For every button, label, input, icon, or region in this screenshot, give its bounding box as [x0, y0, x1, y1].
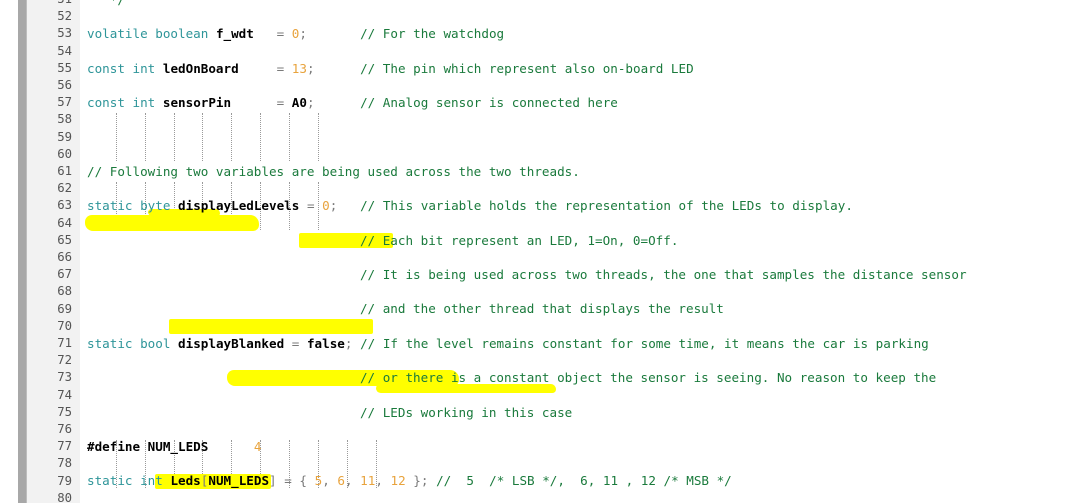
line-number: 52 — [57, 9, 72, 24]
line-number: 61 — [57, 164, 72, 178]
line-number: 63 — [57, 198, 72, 213]
line-number: 75 — [57, 404, 72, 419]
line-number: 69 — [57, 301, 72, 316]
text-highlight — [169, 318, 373, 334]
line-number: 55 — [57, 60, 72, 75]
code-line[interactable]: static int Leds[NUM_LEDS] = { 5, 6, 11, … — [87, 472, 1065, 489]
code-line[interactable]: static bool displayBlanked = false; // I… — [87, 335, 1065, 352]
line-number: 53 — [57, 26, 72, 41]
line-number: 68 — [57, 284, 72, 299]
line-number: 66 — [57, 250, 72, 264]
code-line[interactable]: static byte displayLedLevels = 0; // Thi… — [87, 197, 1065, 214]
code-line[interactable]: volatile boolean f_wdt = 0; // For the w… — [87, 25, 1065, 42]
line-number: 79 — [57, 473, 72, 488]
code-area[interactable]: */ volatile boolean f_wdt = 0; // For the… — [82, 0, 1065, 503]
code-line[interactable]: const int sensorPin = A0; // Analog sens… — [87, 94, 1065, 111]
line-number: 67 — [57, 267, 72, 282]
editor-left-margin — [0, 0, 18, 503]
line-number: 59 — [57, 129, 72, 144]
code-line[interactable]: // Each bit represent an LED, 1=On, 0=Of… — [87, 232, 1065, 249]
line-number: 78 — [57, 456, 72, 471]
line-number: 57 — [57, 95, 72, 110]
line-number: 58 — [57, 112, 72, 127]
line-number: 64 — [57, 215, 72, 230]
code-line[interactable]: */ — [87, 0, 1065, 8]
code-folding-rail[interactable] — [18, 0, 27, 503]
line-number: 62 — [57, 181, 72, 196]
code-line[interactable]: #define NUM_LEDS 4 — [87, 438, 1065, 455]
code-line[interactable]: // or there is a constant object the sen… — [87, 369, 1065, 386]
code-line[interactable]: // LEDs working in this case — [87, 404, 1065, 421]
line-number: 76 — [57, 422, 72, 436]
line-number: 77 — [57, 439, 72, 454]
code-lines: */ volatile boolean f_wdt = 0; // For the… — [82, 0, 1065, 503]
line-number: 74 — [57, 387, 72, 402]
line-number: 80 — [57, 490, 72, 503]
line-number: 70 — [57, 318, 72, 333]
code-line[interactable]: // Following two variables are being use… — [87, 163, 1065, 180]
line-number: 65 — [57, 232, 72, 247]
line-number: 71 — [57, 336, 72, 350]
code-line[interactable]: // It is being used across two threads, … — [87, 266, 1065, 283]
code-line[interactable] — [87, 129, 1065, 146]
line-number: 73 — [57, 370, 72, 385]
code-line[interactable]: // and the other thread that displays th… — [87, 300, 1065, 317]
line-number: 51 — [27, 0, 72, 8]
code-line[interactable]: const int ledOnBoard = 13; // The pin wh… — [87, 60, 1065, 77]
line-number: 54 — [57, 43, 72, 58]
code-editor-window: 5152 53 54 55 56 57 58 59 60 61 62 63 64 65 66 67 68 69 70… — [0, 0, 1065, 503]
text-highlight — [85, 214, 259, 231]
line-number: 56 — [57, 78, 72, 92]
line-number: 72 — [57, 353, 72, 368]
line-number: 60 — [57, 146, 72, 161]
